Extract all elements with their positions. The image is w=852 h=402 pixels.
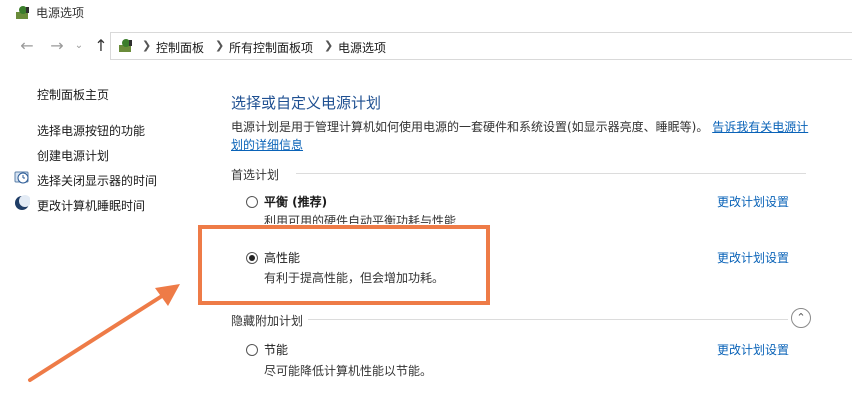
annotation-arrow-icon [28, 284, 180, 382]
